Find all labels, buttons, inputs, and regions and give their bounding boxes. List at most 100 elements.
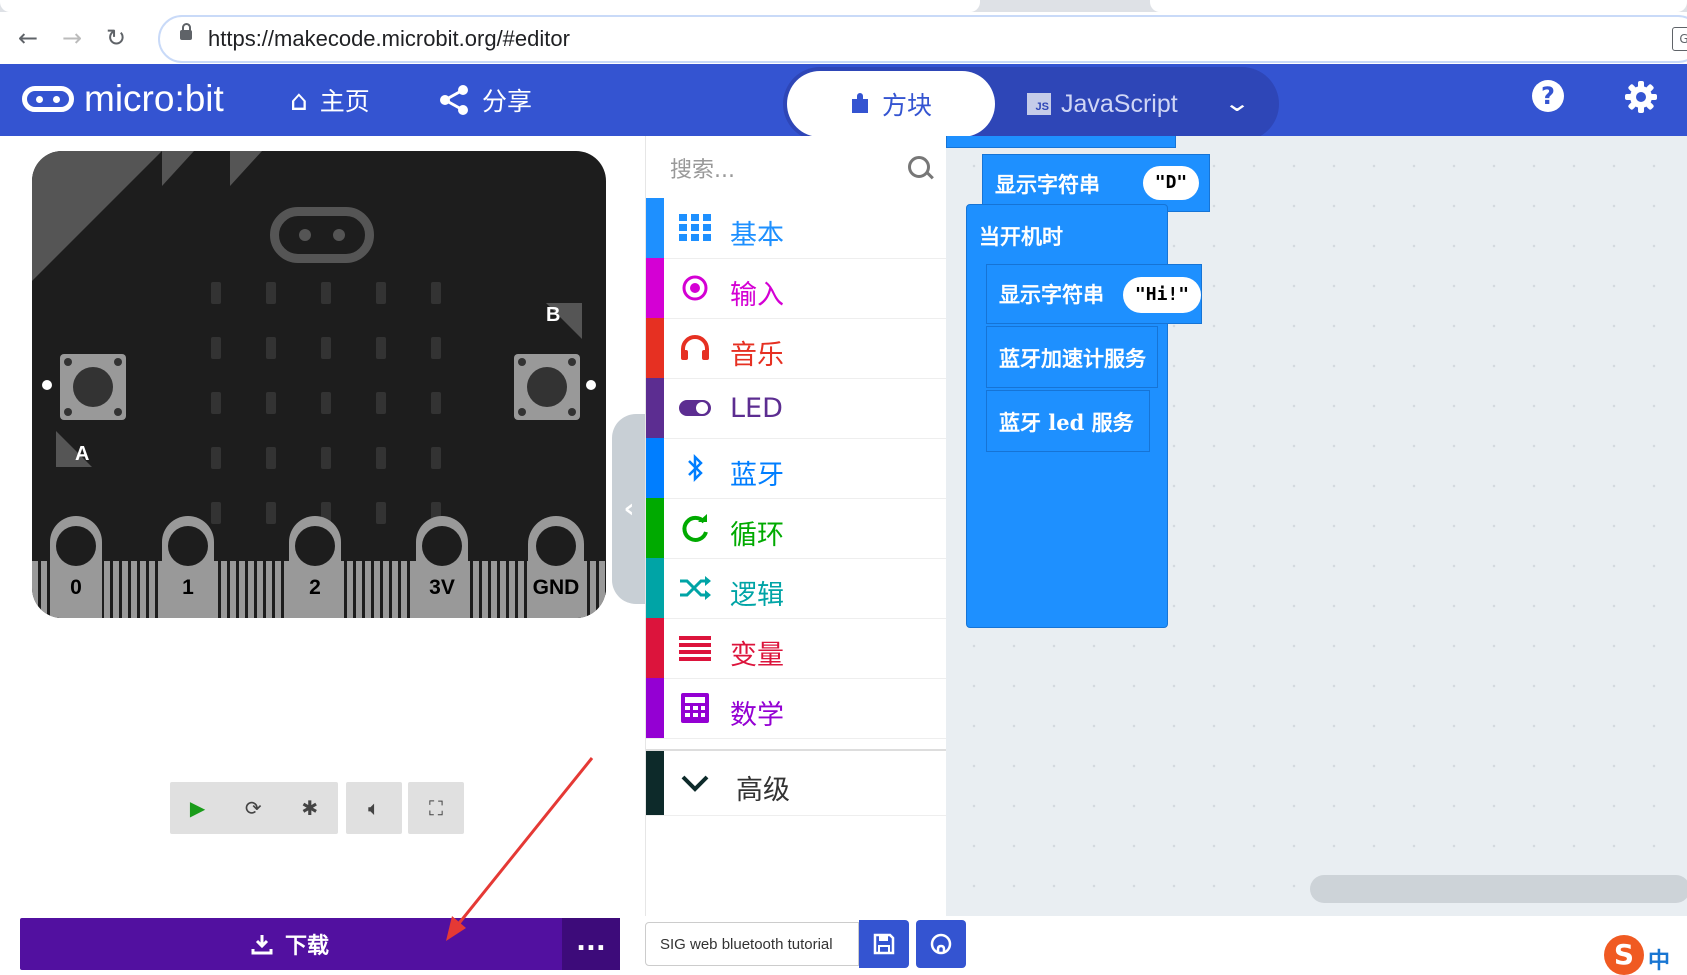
category-variables[interactable]: 变量 [646,618,946,679]
sound-icon: 🔈︎ [368,796,380,820]
pin-0[interactable]: 0 [50,516,102,618]
button-b-dot [586,380,596,390]
fullscreen-icon: ⛶ [429,796,443,820]
share-icon [440,85,468,115]
pin-1[interactable]: 1 [162,516,214,618]
play-icon[interactable]: ▶ [190,796,205,820]
category-label: 逻辑 [730,580,784,611]
category-label: 变量 [730,640,784,671]
more-options-button[interactable]: ... [562,918,620,970]
home-icon: ⌂ [290,83,308,117]
pin-gnd[interactable]: GND [528,516,584,618]
string-input[interactable]: "D" [1143,166,1199,200]
github-icon [930,933,952,955]
board-notch [230,151,262,186]
block-bluetooth-led-service[interactable]: 蓝牙 led 服务 [986,390,1150,452]
project-name-input[interactable]: SIG web bluetooth tutorial [645,922,859,966]
button-a-label: A [75,443,90,465]
category-label: 循环 [730,520,784,551]
save-button[interactable] [859,920,909,968]
block-label: 显示字符串 [999,282,1104,307]
blocks-label: 方块 [881,91,932,120]
string-input[interactable]: "Hi!" [1123,277,1201,313]
board-notch [162,151,194,186]
home-button[interactable]: ⌂ 主页 [290,82,370,118]
workspace-horizontal-scrollbar[interactable] [1310,875,1687,903]
block-bluetooth-accelerometer-service[interactable]: 蓝牙加速计服务 [986,326,1158,388]
url-text: https://makecode.microbit.org/#editor [208,26,570,51]
button-a-dot [42,380,52,390]
settings-icon[interactable] [1624,80,1658,114]
category-music[interactable]: 音乐 [646,318,946,379]
chevron-left-icon: ‹ [623,494,635,524]
category-label: 基本 [730,220,784,251]
restart-icon[interactable]: ⟳ [245,796,262,820]
collapse-simulator-handle[interactable]: ‹ [612,414,646,604]
category-advanced[interactable]: 高级 [646,749,946,816]
translate-icon[interactable]: G [1672,27,1687,51]
browser-tab[interactable] [1150,0,1687,12]
button-b[interactable] [514,354,580,420]
block-fragment[interactable] [946,136,1176,148]
block-show-string[interactable]: 显示字符串 "Hi!" [986,264,1202,324]
category-label: 数学 [730,700,784,731]
url-field[interactable]: https://makecode.microbit.org/#editor G [158,15,1687,63]
browser-tab[interactable] [0,0,980,12]
download-icon [251,935,273,955]
category-bluetooth[interactable]: 蓝牙 [646,438,946,499]
category-input[interactable]: 输入 [646,258,946,319]
toggle-icon [679,400,711,416]
address-bar: ← → ↻ https://makecode.microbit.org/#edi… [0,12,1687,64]
category-basic[interactable]: 基本 [646,198,946,259]
category-logic[interactable]: 逻辑 [646,558,946,619]
blocks-tab[interactable]: 方块 [787,71,995,137]
home-label: 主页 [319,87,370,116]
category-loops[interactable]: 循环 [646,498,946,559]
download-label: 下载 [284,934,329,959]
javascript-tab[interactable]: JS JavaScript [1027,71,1207,137]
search-icon[interactable] [908,156,930,178]
fullscreen-button[interactable]: ⛶ [408,782,464,834]
back-icon[interactable]: ← [12,22,44,54]
ime-indicator[interactable]: S 中 [1604,935,1687,975]
board-logo-icon[interactable] [270,207,374,263]
reload-icon[interactable]: ↻ [100,22,132,54]
block-label: 显示字符串 [995,172,1100,197]
pin-3v[interactable]: 3V [416,516,468,618]
board-corner [32,151,162,281]
block-workspace[interactable]: 显示字符串 "D" 当开机时 显示字符串 "Hi!" 蓝牙加速计服务 蓝牙 le… [946,136,1687,916]
category-label: 蓝牙 [730,460,784,491]
microbit-logo-icon [22,86,74,112]
lock-icon[interactable] [180,23,192,40]
category-label: 音乐 [730,340,784,371]
forward-icon[interactable]: → [56,22,88,54]
button-a[interactable] [60,354,126,420]
save-icon [873,933,895,955]
microbit-board[interactable]: A B 0 1 2 3V GND [32,151,606,618]
editor-toggle: 方块 JS JavaScript ⌄ [783,67,1279,141]
simulator-panel: A B 0 1 2 3V GND ▶ ⟳ ✱ 🔈︎ ⛶ [0,136,645,916]
share-button[interactable]: 分享 [438,82,532,118]
category-label: 高级 [736,775,790,806]
download-button[interactable]: 下载 [20,918,620,970]
chevron-down-icon[interactable]: ⌄ [1223,89,1251,117]
help-icon[interactable]: ? [1532,80,1564,112]
debug-icon[interactable]: ✱ [301,796,318,820]
sound-button[interactable]: 🔈︎ [346,782,402,834]
puzzle-icon [851,93,868,113]
category-math[interactable]: 数学 [646,678,946,739]
bluetooth-icon [688,453,703,483]
block-label: 蓝牙 led 服务 [999,410,1134,435]
js-icon: JS [1027,93,1051,115]
button-b-label: B [546,304,561,326]
calculator-icon [681,693,709,723]
ime-logo-icon: S [1604,935,1644,975]
search-input[interactable]: 搜索... [670,152,930,188]
pin-2[interactable]: 2 [289,516,341,618]
shuffle-icon [680,576,711,600]
browser-tab-strip [0,0,1687,12]
target-icon [682,275,708,301]
github-button[interactable] [916,920,966,968]
category-led[interactable]: LED [646,378,946,439]
app-header: micro:bit ⌂ 主页 分享 方块 JS JavaScript ⌄ ? [0,64,1687,141]
